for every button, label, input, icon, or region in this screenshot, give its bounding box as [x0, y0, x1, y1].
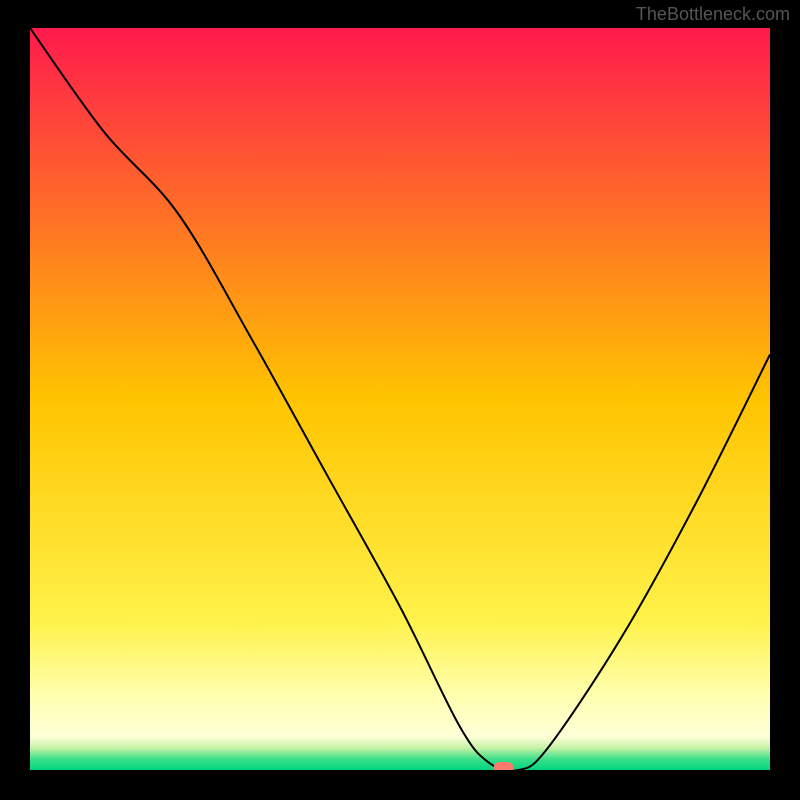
- chart-container: TheBottleneck.com: [0, 0, 800, 800]
- gradient-background: [30, 28, 770, 770]
- plot-area: [30, 28, 770, 770]
- optimal-marker: [494, 762, 514, 770]
- watermark-text: TheBottleneck.com: [636, 4, 790, 25]
- bottleneck-chart: [30, 28, 770, 770]
